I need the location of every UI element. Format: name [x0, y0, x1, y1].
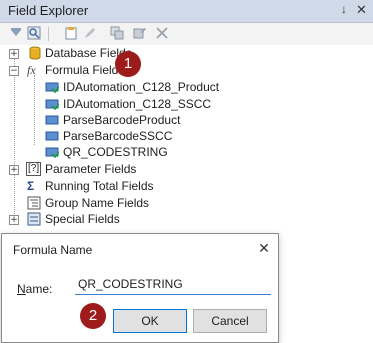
tree-item-formula[interactable]: ParseBarcodeProduct [0, 112, 373, 128]
formula-field-icon [45, 131, 59, 141]
tree-item-label: Running Total Fields [45, 179, 154, 193]
dialog-title: Formula Name [13, 243, 93, 257]
toolbar-separator [48, 27, 49, 41]
step-badge-1: 1 [115, 51, 141, 77]
tree-item-special-fields[interactable]: + Special Fields [0, 211, 373, 227]
expand-icon[interactable]: + [9, 165, 19, 175]
panel-title: Field Explorer [8, 3, 89, 18]
tree-item-group-name-fields[interactable]: Group Name Fields [0, 195, 373, 211]
tree-item-parameter-fields[interactable]: + [?] Parameter Fields [0, 161, 373, 177]
close-icon[interactable]: ✕ [255, 239, 273, 257]
toolbar [0, 23, 373, 45]
parameter-icon: [?] [26, 162, 42, 176]
panel-titlebar: Field Explorer ↓ ✕ [0, 0, 373, 23]
tree-item-label: Special Fields [45, 212, 120, 226]
tree-item-formula[interactable]: ParseBarcodeSSCC [0, 128, 373, 144]
tree-item-label: ParseBarcodeSSCC [63, 129, 173, 143]
tree-item-label: ParseBarcodeProduct [63, 113, 181, 127]
tree-item-label: IDAutomation_C128_Product [63, 80, 220, 94]
name-input[interactable] [75, 274, 271, 295]
formula-field-icon [45, 115, 59, 125]
pin-icon[interactable]: ↓ [341, 2, 347, 16]
tree-item-formula-fields[interactable]: − fx Formula Fields [0, 62, 373, 78]
tree-item-formula[interactable]: QR_CODESTRING [0, 144, 373, 160]
close-panel-icon[interactable]: ✕ [356, 2, 367, 18]
formula-field-icon [45, 99, 59, 111]
ok-button[interactable]: OK [113, 309, 187, 333]
running-total-icon: Σ [27, 179, 35, 193]
new-icon[interactable] [64, 26, 78, 40]
formula-name-dialog: Formula Name ✕ Name: OK Cancel 2 [1, 233, 279, 343]
tree-item-label: QR_CODESTRING [63, 145, 168, 159]
tree-item-label: Formula Fields [45, 63, 125, 77]
tree-item-label: Group Name Fields [45, 196, 150, 210]
step-badge-2: 2 [80, 303, 106, 329]
expand-icon[interactable]: + [9, 215, 19, 225]
name-label: Name: [17, 282, 52, 296]
tree-item-label: Parameter Fields [45, 162, 137, 176]
database-icon [29, 46, 41, 60]
delete-icon[interactable] [155, 26, 169, 40]
tree-item-running-total-fields[interactable]: Σ Running Total Fields [0, 178, 373, 194]
duplicate-icon[interactable] [110, 26, 124, 40]
browse-icon[interactable] [27, 26, 41, 40]
tree-item-label: IDAutomation_C128_SSCC [63, 97, 212, 111]
group-name-icon [27, 196, 41, 210]
tree-item-formula[interactable]: IDAutomation_C128_SSCC [0, 96, 373, 112]
formula-field-icon [45, 147, 59, 159]
name-label-accelerator: N [17, 282, 26, 296]
insert-field-icon[interactable] [9, 26, 23, 40]
collapse-icon[interactable]: − [9, 66, 19, 76]
tree-item-database-fields[interactable]: + Database Fields [0, 45, 373, 61]
edit-icon[interactable] [83, 26, 97, 40]
expand-icon[interactable]: + [9, 49, 19, 59]
formula-field-icon [45, 82, 59, 94]
special-fields-icon [27, 212, 41, 226]
tree-item-formula[interactable]: IDAutomation_C128_Product [0, 79, 373, 95]
rename-icon[interactable] [133, 26, 147, 40]
name-label-text: ame: [25, 282, 53, 296]
formula-icon: fx [27, 63, 36, 77]
cancel-button[interactable]: Cancel [193, 309, 267, 333]
